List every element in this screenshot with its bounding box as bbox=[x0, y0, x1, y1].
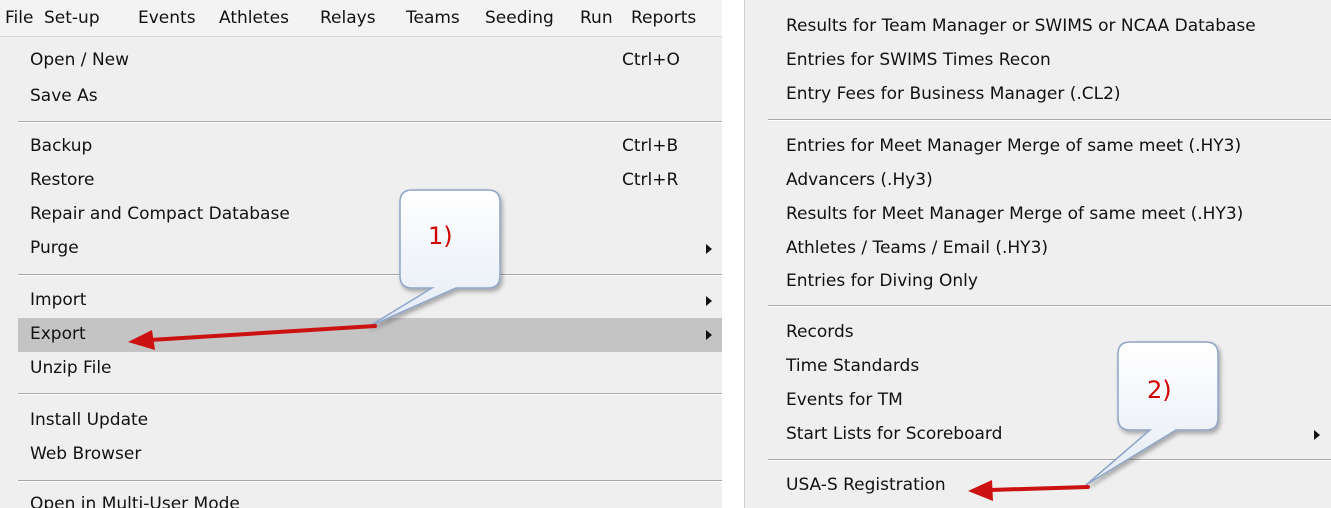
red-arrow-1 bbox=[128, 324, 377, 350]
callout-bubble-2 bbox=[1085, 341, 1219, 486]
callout-label-1: 1) bbox=[428, 222, 453, 250]
red-arrow-2 bbox=[968, 480, 1090, 501]
callout-label-2: 2) bbox=[1147, 376, 1172, 404]
annotation-overlay bbox=[128, 189, 1219, 501]
callout-bubble-1 bbox=[367, 189, 501, 328]
